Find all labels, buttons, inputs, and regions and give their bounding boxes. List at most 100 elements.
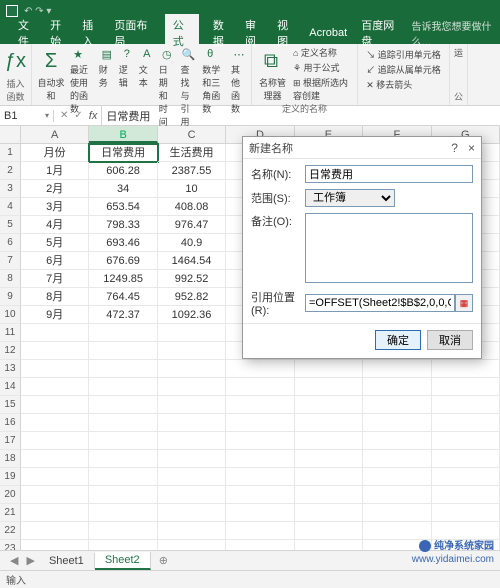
cell[interactable] xyxy=(89,432,157,450)
cell[interactable] xyxy=(226,396,294,414)
cell[interactable] xyxy=(158,486,226,504)
cell[interactable] xyxy=(295,360,363,378)
cell[interactable] xyxy=(158,360,226,378)
cell[interactable]: 1249.85 xyxy=(89,270,157,288)
chevron-down-icon[interactable]: ▾ xyxy=(45,111,49,120)
cell[interactable] xyxy=(158,504,226,522)
cell[interactable] xyxy=(363,504,431,522)
cell[interactable]: 8月 xyxy=(21,288,89,306)
cell[interactable]: 6月 xyxy=(21,252,89,270)
row-header[interactable]: 8 xyxy=(0,270,21,288)
comment-textarea[interactable] xyxy=(305,213,473,283)
save-icon[interactable] xyxy=(6,5,18,17)
math-button[interactable]: θ数学和三角函数 xyxy=(202,46,227,115)
row-header[interactable]: 3 xyxy=(0,180,21,198)
cell[interactable] xyxy=(89,468,157,486)
fx-icon[interactable]: fx xyxy=(89,110,102,122)
cell[interactable]: 676.69 xyxy=(89,252,157,270)
define-name-button[interactable]: ⌂ 定义名称 xyxy=(293,46,353,59)
row-header[interactable]: 7 xyxy=(0,252,21,270)
cell[interactable] xyxy=(89,450,157,468)
cell[interactable] xyxy=(432,522,500,540)
row-header[interactable]: 9 xyxy=(0,288,21,306)
qat-arrows[interactable]: ↶ ↷ ▾ xyxy=(24,6,51,17)
cell[interactable]: 1月 xyxy=(21,162,89,180)
cell[interactable] xyxy=(363,432,431,450)
cell[interactable] xyxy=(21,486,89,504)
cell[interactable] xyxy=(432,486,500,504)
sheet-nav-next-icon[interactable]: ▶ xyxy=(22,554,38,567)
dialog-close-icon[interactable]: × xyxy=(468,141,475,155)
formula-input[interactable]: 日常费用 xyxy=(102,108,150,124)
cell[interactable] xyxy=(226,504,294,522)
cell[interactable] xyxy=(295,504,363,522)
row-header[interactable]: 10 xyxy=(0,306,21,324)
cell[interactable] xyxy=(21,396,89,414)
more-button[interactable]: ⋯其他函数 xyxy=(231,46,247,115)
collapse-dialog-icon[interactable]: ▦ xyxy=(455,294,473,312)
cell[interactable]: 月份 xyxy=(21,144,89,162)
col-A[interactable]: A xyxy=(21,126,89,143)
cell[interactable] xyxy=(158,324,226,342)
cell[interactable] xyxy=(295,414,363,432)
row-header[interactable]: 16 xyxy=(0,414,21,432)
cell[interactable]: 7月 xyxy=(21,270,89,288)
cell[interactable] xyxy=(226,486,294,504)
name-input[interactable] xyxy=(305,165,473,183)
cell[interactable] xyxy=(363,396,431,414)
row-header[interactable]: 22 xyxy=(0,522,21,540)
cell[interactable] xyxy=(89,360,157,378)
logical-button[interactable]: ?逻辑 xyxy=(119,46,135,89)
cell[interactable] xyxy=(158,378,226,396)
row-header[interactable]: 11 xyxy=(0,324,21,342)
cell[interactable] xyxy=(226,522,294,540)
cell[interactable] xyxy=(363,522,431,540)
row-header[interactable]: 1 xyxy=(0,144,21,162)
cell[interactable] xyxy=(21,450,89,468)
name-box[interactable]: B1▾ xyxy=(0,110,54,122)
scope-select[interactable]: 工作簿 xyxy=(305,189,395,207)
insert-function-icon[interactable]: ƒx xyxy=(1,46,31,76)
lookup-button[interactable]: 🔍查找与引用 xyxy=(181,46,199,128)
cell[interactable] xyxy=(158,342,226,360)
cancel-button[interactable]: 取消 xyxy=(427,330,473,350)
cell[interactable] xyxy=(226,378,294,396)
trace-precedents-button[interactable]: ↘ 追踪引用单元格 xyxy=(366,48,441,61)
cell[interactable] xyxy=(89,342,157,360)
cell[interactable] xyxy=(21,360,89,378)
col-C[interactable]: C xyxy=(158,126,226,143)
col-B[interactable]: B xyxy=(89,126,157,143)
cell[interactable] xyxy=(432,468,500,486)
row-header[interactable]: 17 xyxy=(0,432,21,450)
financial-button[interactable]: ▤财务 xyxy=(99,46,115,89)
ok-button[interactable]: 确定 xyxy=(375,330,421,350)
use-in-formula-button[interactable]: ⚘ 用于公式 xyxy=(293,61,353,74)
row-header[interactable]: 15 xyxy=(0,396,21,414)
select-all-corner[interactable] xyxy=(0,126,21,143)
cell[interactable] xyxy=(158,396,226,414)
cell[interactable] xyxy=(432,414,500,432)
row-header[interactable]: 18 xyxy=(0,450,21,468)
tell-me[interactable]: 告诉我您想要做什么… xyxy=(412,18,500,48)
cell[interactable] xyxy=(363,450,431,468)
cell[interactable]: 3月 xyxy=(21,198,89,216)
cell[interactable] xyxy=(158,414,226,432)
cell[interactable]: 生活费用 xyxy=(158,144,226,162)
cell[interactable]: 2387.55 xyxy=(158,162,226,180)
cell[interactable]: 764.45 xyxy=(89,288,157,306)
cell[interactable]: 10 xyxy=(158,180,226,198)
cell[interactable] xyxy=(21,342,89,360)
cell[interactable]: 日常费用 xyxy=(89,144,157,162)
cell[interactable]: 606.28 xyxy=(89,162,157,180)
create-from-selection-button[interactable]: ⊞ 根据所选内容创建 xyxy=(293,76,353,102)
row-header[interactable]: 12 xyxy=(0,342,21,360)
cell[interactable] xyxy=(89,396,157,414)
cancel-icon[interactable]: ✕ xyxy=(60,110,68,121)
cell[interactable]: 653.54 xyxy=(89,198,157,216)
cell[interactable] xyxy=(158,522,226,540)
cell[interactable]: 992.52 xyxy=(158,270,226,288)
cell[interactable] xyxy=(89,324,157,342)
sheet-tab-1[interactable]: Sheet1 xyxy=(39,553,95,569)
row-header[interactable]: 20 xyxy=(0,486,21,504)
cell[interactable] xyxy=(226,450,294,468)
